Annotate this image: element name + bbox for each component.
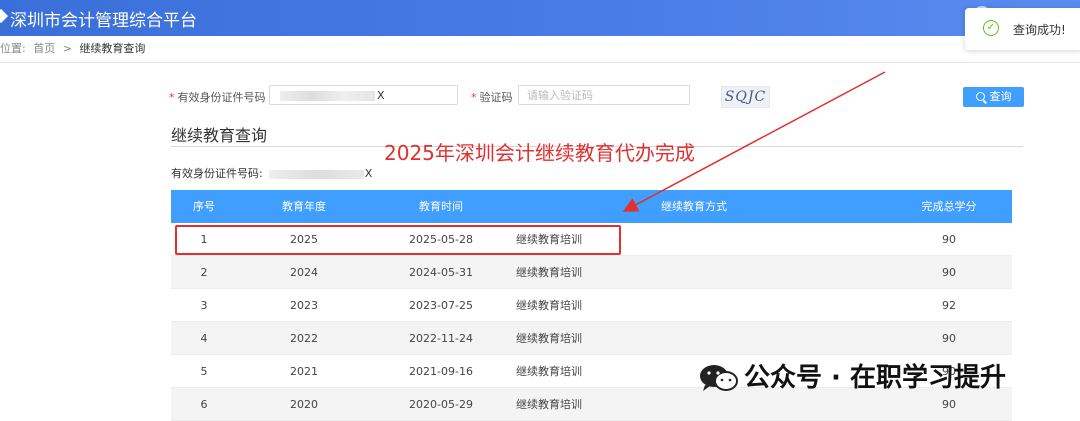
watermark-text: 公众号 · 在职学习提升 <box>744 363 1006 393</box>
wechat-icon <box>700 365 738 391</box>
annotation-arrow-icon <box>622 71 886 212</box>
